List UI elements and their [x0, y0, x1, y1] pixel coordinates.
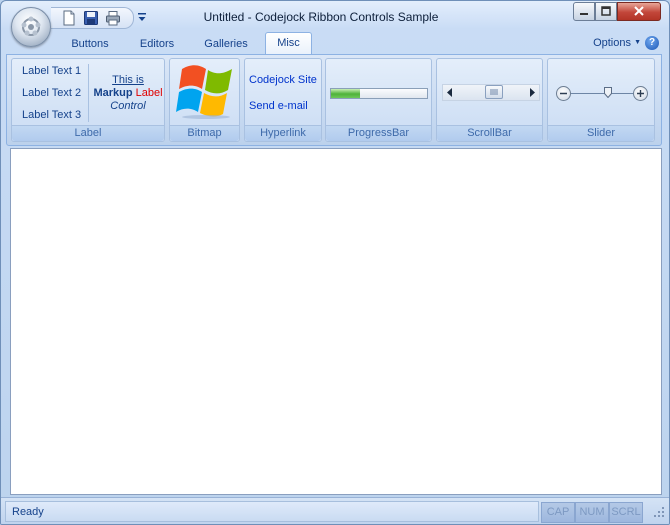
markup-italic-text: Control [110, 100, 146, 112]
progressbar-group: ProgressBar [325, 58, 432, 142]
window-title: Untitled - Codejock Ribbon Controls Samp… [203, 10, 439, 24]
label-text-1: Label Text 1 [22, 65, 82, 77]
bitmap-group-caption: Bitmap [170, 125, 239, 141]
markup-line-1: This is [112, 74, 144, 86]
tab-buttons[interactable]: Buttons [61, 34, 119, 54]
zoom-out-button[interactable] [556, 86, 571, 101]
title-bar: Untitled - Codejock Ribbon Controls Samp… [1, 1, 669, 47]
windows-logo-icon [176, 65, 232, 119]
hyperlink-group-caption: Hyperlink [245, 125, 321, 141]
grip-icon [490, 89, 497, 95]
status-pane-main: Ready [5, 501, 539, 522]
plus-icon [637, 90, 644, 97]
restore-icon [601, 6, 611, 16]
zoom-in-button[interactable] [633, 86, 648, 101]
slider-group: Slider [547, 58, 655, 142]
group-separator [88, 64, 89, 122]
scrollbar-thumb[interactable] [484, 85, 503, 99]
label-text-2: Label Text 2 [22, 87, 82, 99]
scroll-left-arrow-icon[interactable] [446, 88, 454, 97]
scroll-lock-indicator: SCRL [609, 502, 643, 523]
markup-label: This is Markup Label Control [90, 74, 166, 113]
bitmap-group: Bitmap [169, 58, 240, 142]
tab-misc[interactable]: Misc [265, 32, 312, 56]
slider-thumb[interactable] [604, 87, 613, 98]
horizontal-scrollbar[interactable] [442, 84, 540, 101]
app-logo-icon [21, 16, 41, 36]
ribbon-tab-row: Buttons Editors Galleries Misc Options ▼… [1, 31, 669, 56]
help-button[interactable]: ? [645, 36, 659, 50]
caps-lock-indicator: CAP [541, 502, 575, 523]
status-bar: Ready CAP NUM SCRL [1, 497, 669, 524]
close-icon [634, 6, 644, 16]
scroll-right-arrow-icon[interactable] [528, 88, 536, 97]
markup-bold-text: Markup [93, 87, 133, 99]
progress-bar [330, 88, 428, 99]
tab-galleries[interactable]: Galleries [194, 34, 258, 54]
progress-fill [331, 89, 360, 98]
close-button[interactable] [617, 2, 661, 21]
status-text: Ready [12, 506, 44, 518]
label-group: Label Text 1 Label Text 2 Label Text 3 T… [11, 58, 165, 142]
label-text-3: Label Text 3 [22, 109, 82, 121]
maximize-button[interactable] [595, 2, 617, 21]
minus-icon [560, 92, 567, 95]
progressbar-group-caption: ProgressBar [326, 125, 431, 141]
minimize-button[interactable] [573, 2, 595, 21]
scrollbar-group: ScrollBar [436, 58, 543, 142]
hyperlink-group: Codejock Site Send e-mail Hyperlink [244, 58, 322, 142]
application-window: Untitled - Codejock Ribbon Controls Samp… [0, 0, 670, 525]
slider-group-caption: Slider [548, 125, 654, 141]
options-label: Options [593, 37, 631, 49]
tab-editors[interactable]: Editors [130, 34, 184, 54]
scrollbar-group-caption: ScrollBar [437, 125, 542, 141]
markup-red-text: Label [135, 87, 163, 99]
options-menu[interactable]: Options ▼ [593, 37, 641, 49]
slider-track[interactable] [570, 93, 634, 94]
minimize-icon [580, 13, 588, 15]
num-lock-indicator: NUM [575, 502, 609, 523]
ribbon-panel: Label Text 1 Label Text 2 Label Text 3 T… [6, 54, 662, 146]
document-area[interactable] [10, 148, 662, 495]
send-email-link[interactable]: Send e-mail [249, 100, 308, 112]
codejock-site-link[interactable]: Codejock Site [249, 74, 317, 86]
application-button[interactable] [11, 7, 51, 47]
label-group-caption: Label [12, 125, 164, 141]
chevron-down-icon: ▼ [634, 39, 641, 46]
resize-grip-icon[interactable] [653, 506, 665, 518]
